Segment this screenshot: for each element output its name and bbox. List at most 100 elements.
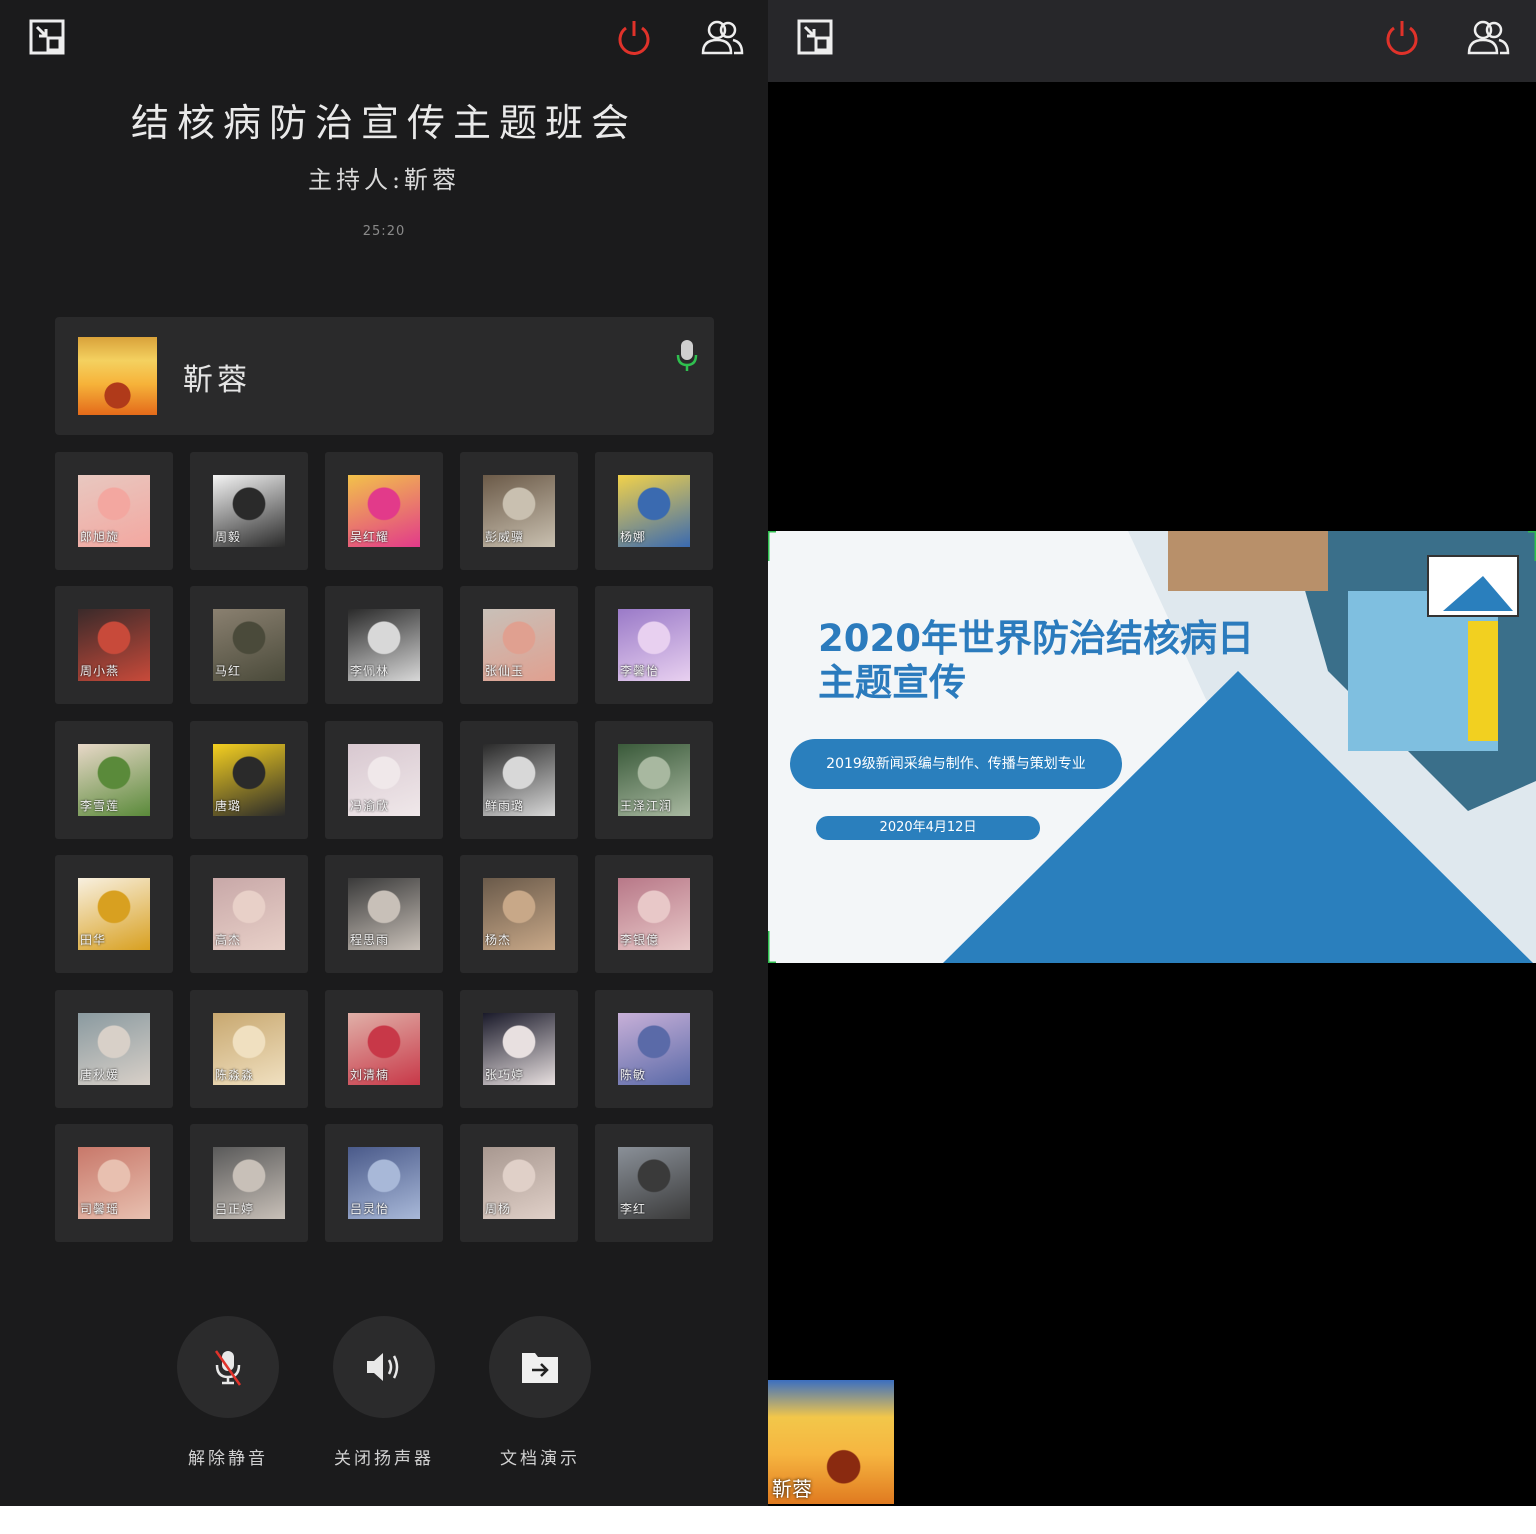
- participant-name: 吕正婷: [215, 1202, 255, 1216]
- participant-name: 李佩林: [350, 664, 390, 679]
- folder-share-icon: [522, 1353, 558, 1383]
- participant-name: 郎旭旋: [80, 530, 120, 544]
- power-end-icon[interactable]: [1382, 18, 1422, 58]
- host-label: 主持人:靳蓉: [307, 166, 461, 194]
- participant-avatar: 陈淼淼: [213, 1012, 285, 1085]
- participant-name: 陈敏: [620, 1067, 647, 1082]
- unmute-button[interactable]: [177, 1316, 279, 1418]
- participants-icon[interactable]: [700, 18, 744, 58]
- participant-tile[interactable]: 杨娜: [595, 452, 713, 570]
- participant-avatar: 唐璐: [213, 743, 285, 816]
- slide-subtitle: 2019级新闻采编与制作、传播与策划专业: [790, 739, 1122, 789]
- participant-avatar: 郎旭旋: [78, 475, 150, 547]
- exit-fullscreen-icon[interactable]: [28, 18, 68, 58]
- speaker-off-label: 关闭扬声器: [334, 1449, 434, 1469]
- participant-avatar: 杨娜: [618, 475, 690, 547]
- participant-tile[interactable]: 李佩林: [325, 586, 443, 705]
- participant-tile[interactable]: 陈淼淼: [190, 989, 308, 1108]
- participant-name: 唐秋媛: [80, 1067, 120, 1082]
- participant-avatar: 李银億: [618, 878, 690, 951]
- participant-name: 唐璐: [215, 798, 242, 813]
- participant-avatar: 李红: [618, 1147, 690, 1219]
- participant-name: 彭威骥: [485, 530, 525, 544]
- top-bar: [768, 0, 1536, 82]
- participant-tile[interactable]: 程思雨: [325, 855, 443, 974]
- participant-tile[interactable]: 鲜雨璐: [460, 720, 578, 839]
- participant-name: 周小燕: [80, 664, 120, 679]
- participant-tile[interactable]: 张巧婷: [460, 989, 578, 1108]
- participants-icon[interactable]: [1466, 18, 1510, 58]
- participant-tile[interactable]: 李银億: [595, 855, 713, 974]
- participant-tile[interactable]: 张仙玉: [460, 586, 578, 705]
- participant-avatar: 唐秋媛: [78, 1012, 150, 1085]
- host-card[interactable]: 靳蓉: [55, 317, 714, 435]
- participant-tile[interactable]: 周毅: [190, 452, 308, 570]
- unmute-label: 解除静音: [188, 1449, 268, 1469]
- participant-tile[interactable]: 王泽江润: [595, 720, 713, 839]
- mic-muted-icon: [214, 1350, 242, 1386]
- participant-name: 刘清楠: [350, 1067, 390, 1082]
- participant-tile[interactable]: 杨杰: [460, 855, 578, 974]
- participant-name: 李银億: [620, 933, 660, 948]
- participant-name: 高杰: [215, 933, 242, 948]
- self-name: 靳蓉: [772, 1477, 812, 1501]
- participant-tile[interactable]: 周小燕: [55, 586, 173, 705]
- participant-tile[interactable]: 陈敏: [595, 989, 713, 1108]
- document-share-button[interactable]: [489, 1316, 591, 1418]
- mic-active-icon: [675, 339, 699, 373]
- participant-tile[interactable]: 唐秋媛: [55, 989, 173, 1108]
- participant-tile[interactable]: 吴红耀: [325, 452, 443, 570]
- participant-name: 张巧婷: [485, 1067, 525, 1082]
- shared-slide: 2020年世界防治结核病日主题宣传 2019级新闻采编与制作、传播与策划专业 2…: [768, 531, 1536, 963]
- presentation-panel: 2020年世界防治结核病日主题宣传 2019级新闻采编与制作、传播与策划专业 2…: [768, 0, 1536, 1506]
- participant-avatar: 吴红耀: [348, 475, 420, 547]
- participant-tile[interactable]: 李雪莲: [55, 720, 173, 839]
- participant-tile[interactable]: 李红: [595, 1124, 713, 1242]
- participant-name: 杨娜: [620, 530, 647, 544]
- participant-tile[interactable]: 马红: [190, 586, 308, 705]
- participant-avatar: 陈敏: [618, 1012, 690, 1085]
- participant-tile[interactable]: 刘清楠: [325, 989, 443, 1108]
- participant-name: 司馨瑶: [80, 1202, 120, 1216]
- participant-tile[interactable]: 司馨瑶: [55, 1124, 173, 1242]
- participant-tile[interactable]: 冯渝欣: [325, 720, 443, 839]
- participant-name: 张仙玉: [485, 664, 525, 679]
- participant-avatar: 杨杰: [483, 878, 555, 951]
- participant-tile[interactable]: 吕灵怡: [325, 1124, 443, 1242]
- participant-avatar: 张巧婷: [483, 1012, 555, 1085]
- participant-avatar: 冯渝欣: [348, 743, 420, 816]
- participant-avatar: 李雪莲: [78, 743, 150, 816]
- participant-tile[interactable]: 田华: [55, 855, 173, 974]
- participant-avatar: 马红: [213, 609, 285, 682]
- participant-avatar: 李馨怡: [618, 609, 690, 682]
- participant-name: 王泽江润: [620, 798, 673, 813]
- participant-avatar: 刘清楠: [348, 1012, 420, 1085]
- participant-tile[interactable]: 李馨怡: [595, 586, 713, 705]
- participant-name: 李馨怡: [620, 664, 660, 679]
- participant-avatar: 周小燕: [78, 609, 150, 682]
- participant-avatar: 鲜雨璐: [483, 743, 555, 816]
- participant-name: 吴红耀: [350, 530, 390, 544]
- participant-tile[interactable]: 高杰: [190, 855, 308, 974]
- participant-avatar: 周杨: [483, 1147, 555, 1219]
- participant-avatar: 田华: [78, 878, 150, 951]
- participant-avatar: 程思雨: [348, 878, 420, 951]
- document-share-label: 文档演示: [500, 1449, 580, 1469]
- participant-name: 田华: [80, 933, 107, 948]
- participant-name: 冯渝欣: [350, 798, 390, 813]
- participant-tile[interactable]: 唐璐: [190, 720, 308, 839]
- power-end-icon[interactable]: [614, 18, 654, 58]
- participant-avatar: 司馨瑶: [78, 1147, 150, 1219]
- participant-tile[interactable]: 周杨: [460, 1124, 578, 1242]
- participant-tile[interactable]: 吕正婷: [190, 1124, 308, 1242]
- participant-name: 李雪莲: [80, 798, 120, 813]
- speaker-off-button[interactable]: [333, 1316, 435, 1418]
- participant-name: 杨杰: [485, 933, 512, 948]
- participant-name: 周杨: [485, 1202, 512, 1216]
- exit-fullscreen-icon[interactable]: [796, 18, 836, 58]
- participant-avatar: 王泽江润: [618, 743, 690, 816]
- participant-tile[interactable]: 彭威骥: [460, 452, 578, 570]
- participant-tile[interactable]: 郎旭旋: [55, 452, 173, 570]
- self-video-thumbnail[interactable]: 靳蓉: [768, 1380, 894, 1504]
- participant-avatar: 李佩林: [348, 609, 420, 682]
